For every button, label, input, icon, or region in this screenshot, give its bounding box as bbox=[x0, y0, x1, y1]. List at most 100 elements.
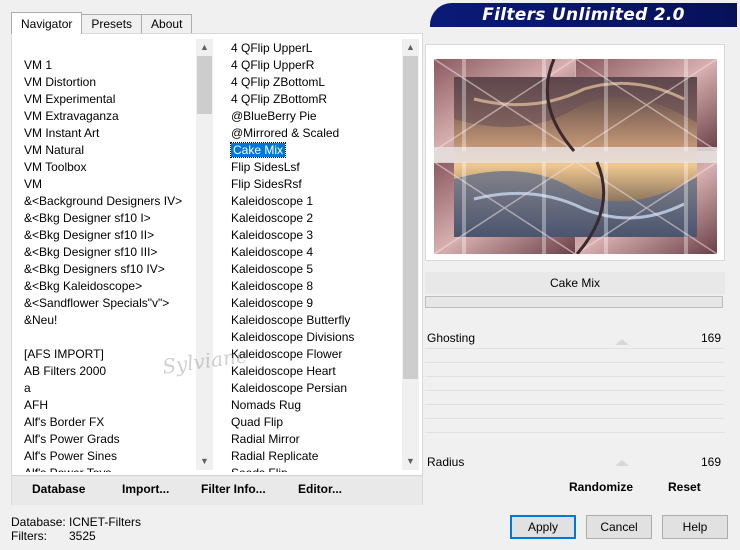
editor-button[interactable]: Editor... bbox=[298, 482, 342, 496]
filter-info-button[interactable]: Filter Info... bbox=[201, 482, 266, 496]
filter-scroll-thumb[interactable] bbox=[403, 56, 418, 379]
param-label: Ghosting bbox=[427, 331, 476, 345]
filter-item[interactable]: Flip SidesLsf bbox=[230, 159, 403, 176]
filter-item[interactable]: Kaleidoscope 4 bbox=[230, 244, 403, 261]
filter-item[interactable]: 4 QFlip UpperL bbox=[230, 40, 403, 57]
param-value: 169 bbox=[700, 331, 721, 345]
category-item[interactable]: a bbox=[12, 380, 196, 397]
status-filters-label: Filters: bbox=[11, 529, 47, 543]
status-database-label: Database: bbox=[11, 515, 66, 529]
scroll-down-icon[interactable]: ▼ bbox=[402, 453, 419, 470]
scroll-down-icon[interactable]: ▼ bbox=[196, 453, 213, 470]
category-item[interactable]: &Neu! bbox=[12, 312, 196, 329]
category-scrollbar[interactable]: ▲ ▼ bbox=[196, 39, 213, 470]
category-item[interactable]: &<Bkg Kaleidoscope> bbox=[12, 278, 196, 295]
filter-item[interactable]: @Mirrored & Scaled bbox=[230, 125, 403, 142]
category-item[interactable]: VM Natural bbox=[12, 142, 196, 159]
divider bbox=[425, 404, 725, 405]
filter-item[interactable]: @BlueBerry Pie bbox=[230, 108, 403, 125]
filter-item[interactable]: Kaleidoscope Heart bbox=[230, 363, 403, 380]
category-item[interactable]: Alf's Border FX bbox=[12, 414, 196, 431]
filter-item[interactable]: 4 QFlip ZBottomR bbox=[230, 91, 403, 108]
param-ghosting[interactable]: Ghosting 169 bbox=[425, 328, 725, 348]
category-item[interactable]: &<Bkg Designers sf10 IV> bbox=[12, 261, 196, 278]
category-item[interactable]: Alf's Power Grads bbox=[12, 431, 196, 448]
category-item[interactable] bbox=[12, 329, 196, 346]
divider bbox=[425, 348, 725, 349]
filter-item[interactable]: Kaleidoscope Divisions bbox=[230, 329, 403, 346]
filter-item[interactable]: Kaleidoscope 9 bbox=[230, 295, 403, 312]
filter-item-label: Radial Mirror bbox=[231, 432, 300, 446]
status-area: Database: ICNET-Filters Filters: 3525 bbox=[11, 515, 141, 543]
category-item[interactable]: VM 1 bbox=[12, 57, 196, 74]
filter-item-label: Kaleidoscope 1 bbox=[231, 194, 314, 208]
filter-item[interactable]: 4 QFlip ZBottomL bbox=[230, 74, 403, 91]
divider bbox=[425, 390, 725, 391]
filter-name-label: Cake Mix bbox=[425, 272, 725, 294]
filter-item[interactable]: Nomads Rug bbox=[230, 397, 403, 414]
category-item[interactable]: VM bbox=[12, 176, 196, 193]
preview-button-bar: Randomize Reset bbox=[425, 475, 725, 499]
category-item[interactable]: Alf's Power Toys bbox=[12, 465, 196, 472]
filter-item[interactable]: Kaleidoscope Flower bbox=[230, 346, 403, 363]
filter-item[interactable]: 4 QFlip UpperR bbox=[230, 57, 403, 74]
param-radius[interactable]: Radius 169 bbox=[425, 452, 725, 472]
category-item[interactable]: &<Bkg Designer sf10 I> bbox=[12, 210, 196, 227]
category-item[interactable]: &<Bkg Designer sf10 III> bbox=[12, 244, 196, 261]
filter-item[interactable]: Kaleidoscope Persian bbox=[230, 380, 403, 397]
filter-item-label: 4 QFlip ZBottomL bbox=[231, 75, 326, 89]
filter-item[interactable]: Kaleidoscope 2 bbox=[230, 210, 403, 227]
filter-item-label: Cake Mix bbox=[230, 142, 287, 158]
reset-button[interactable]: Reset bbox=[668, 480, 701, 494]
filter-item[interactable]: Cake Mix bbox=[230, 142, 403, 159]
filter-scrollbar[interactable]: ▲ ▼ bbox=[402, 39, 419, 470]
filter-item-label: Kaleidoscope 3 bbox=[231, 228, 314, 242]
category-item[interactable]: AFH bbox=[12, 397, 196, 414]
filter-item-label: Kaleidoscope 2 bbox=[231, 211, 314, 225]
filter-list: 4 QFlip UpperL 4 QFlip UpperR 4 QFlip ZBot… bbox=[230, 40, 403, 472]
filter-item-label: Kaleidoscope 5 bbox=[231, 262, 314, 276]
navigator-panel: VM 1 VM Distortion VM Experimental VM Extra… bbox=[11, 33, 423, 505]
help-button[interactable]: Help bbox=[662, 515, 728, 539]
filter-item-label: Kaleidoscope Butterfly bbox=[231, 313, 351, 327]
category-item[interactable]: &<Sandflower Specials"v"> bbox=[12, 295, 196, 312]
import-button[interactable]: Import... bbox=[122, 482, 169, 496]
filter-item[interactable]: Quad Flip bbox=[230, 414, 403, 431]
filter-item-label: Kaleidoscope 9 bbox=[231, 296, 314, 310]
divider bbox=[425, 362, 725, 363]
tab-about[interactable]: About bbox=[141, 14, 193, 34]
filter-item[interactable]: Kaleidoscope 5 bbox=[230, 261, 403, 278]
category-item[interactable]: VM Toolbox bbox=[12, 159, 196, 176]
category-item[interactable]: VM Extravaganza bbox=[12, 108, 196, 125]
filter-item-label: 4 QFlip UpperR bbox=[231, 58, 315, 72]
database-button[interactable]: Database bbox=[32, 482, 85, 496]
filter-item[interactable]: Kaleidoscope Butterfly bbox=[230, 312, 403, 329]
apply-button[interactable]: Apply bbox=[510, 515, 576, 539]
category-item[interactable]: &<Background Designers IV> bbox=[12, 193, 196, 210]
tab-navigator[interactable]: Navigator bbox=[11, 12, 83, 34]
category-item[interactable]: VM Instant Art bbox=[12, 125, 196, 142]
filter-item[interactable]: Flip SidesRsf bbox=[230, 176, 403, 193]
category-item[interactable] bbox=[12, 40, 196, 57]
scroll-up-icon[interactable]: ▲ bbox=[402, 39, 419, 56]
category-item[interactable]: Alf's Power Sines bbox=[12, 448, 196, 465]
slider-thumb-icon[interactable] bbox=[615, 339, 629, 345]
filter-item[interactable]: Radial Mirror bbox=[230, 431, 403, 448]
category-scroll-thumb[interactable] bbox=[197, 56, 212, 114]
scroll-up-icon[interactable]: ▲ bbox=[196, 39, 213, 56]
filter-item[interactable]: Kaleidoscope 8 bbox=[230, 278, 403, 295]
filter-item-label: @BlueBerry Pie bbox=[231, 109, 317, 123]
randomize-button[interactable]: Randomize bbox=[569, 480, 633, 494]
category-item[interactable]: &<Bkg Designer sf10 II> bbox=[12, 227, 196, 244]
divider bbox=[425, 376, 725, 377]
cancel-button[interactable]: Cancel bbox=[586, 515, 652, 539]
category-item[interactable]: VM Distortion bbox=[12, 74, 196, 91]
filter-item[interactable]: Kaleidoscope 1 bbox=[230, 193, 403, 210]
filter-item[interactable]: Radial Replicate bbox=[230, 448, 403, 465]
category-item[interactable]: VM Experimental bbox=[12, 91, 196, 108]
tab-presets[interactable]: Presets bbox=[81, 14, 143, 34]
filter-item[interactable]: Kaleidoscope 3 bbox=[230, 227, 403, 244]
filter-item-label: Kaleidoscope Divisions bbox=[231, 330, 355, 344]
filter-item[interactable]: Seeds Flip bbox=[230, 465, 403, 472]
filter-item-label: Kaleidoscope Persian bbox=[231, 381, 348, 395]
